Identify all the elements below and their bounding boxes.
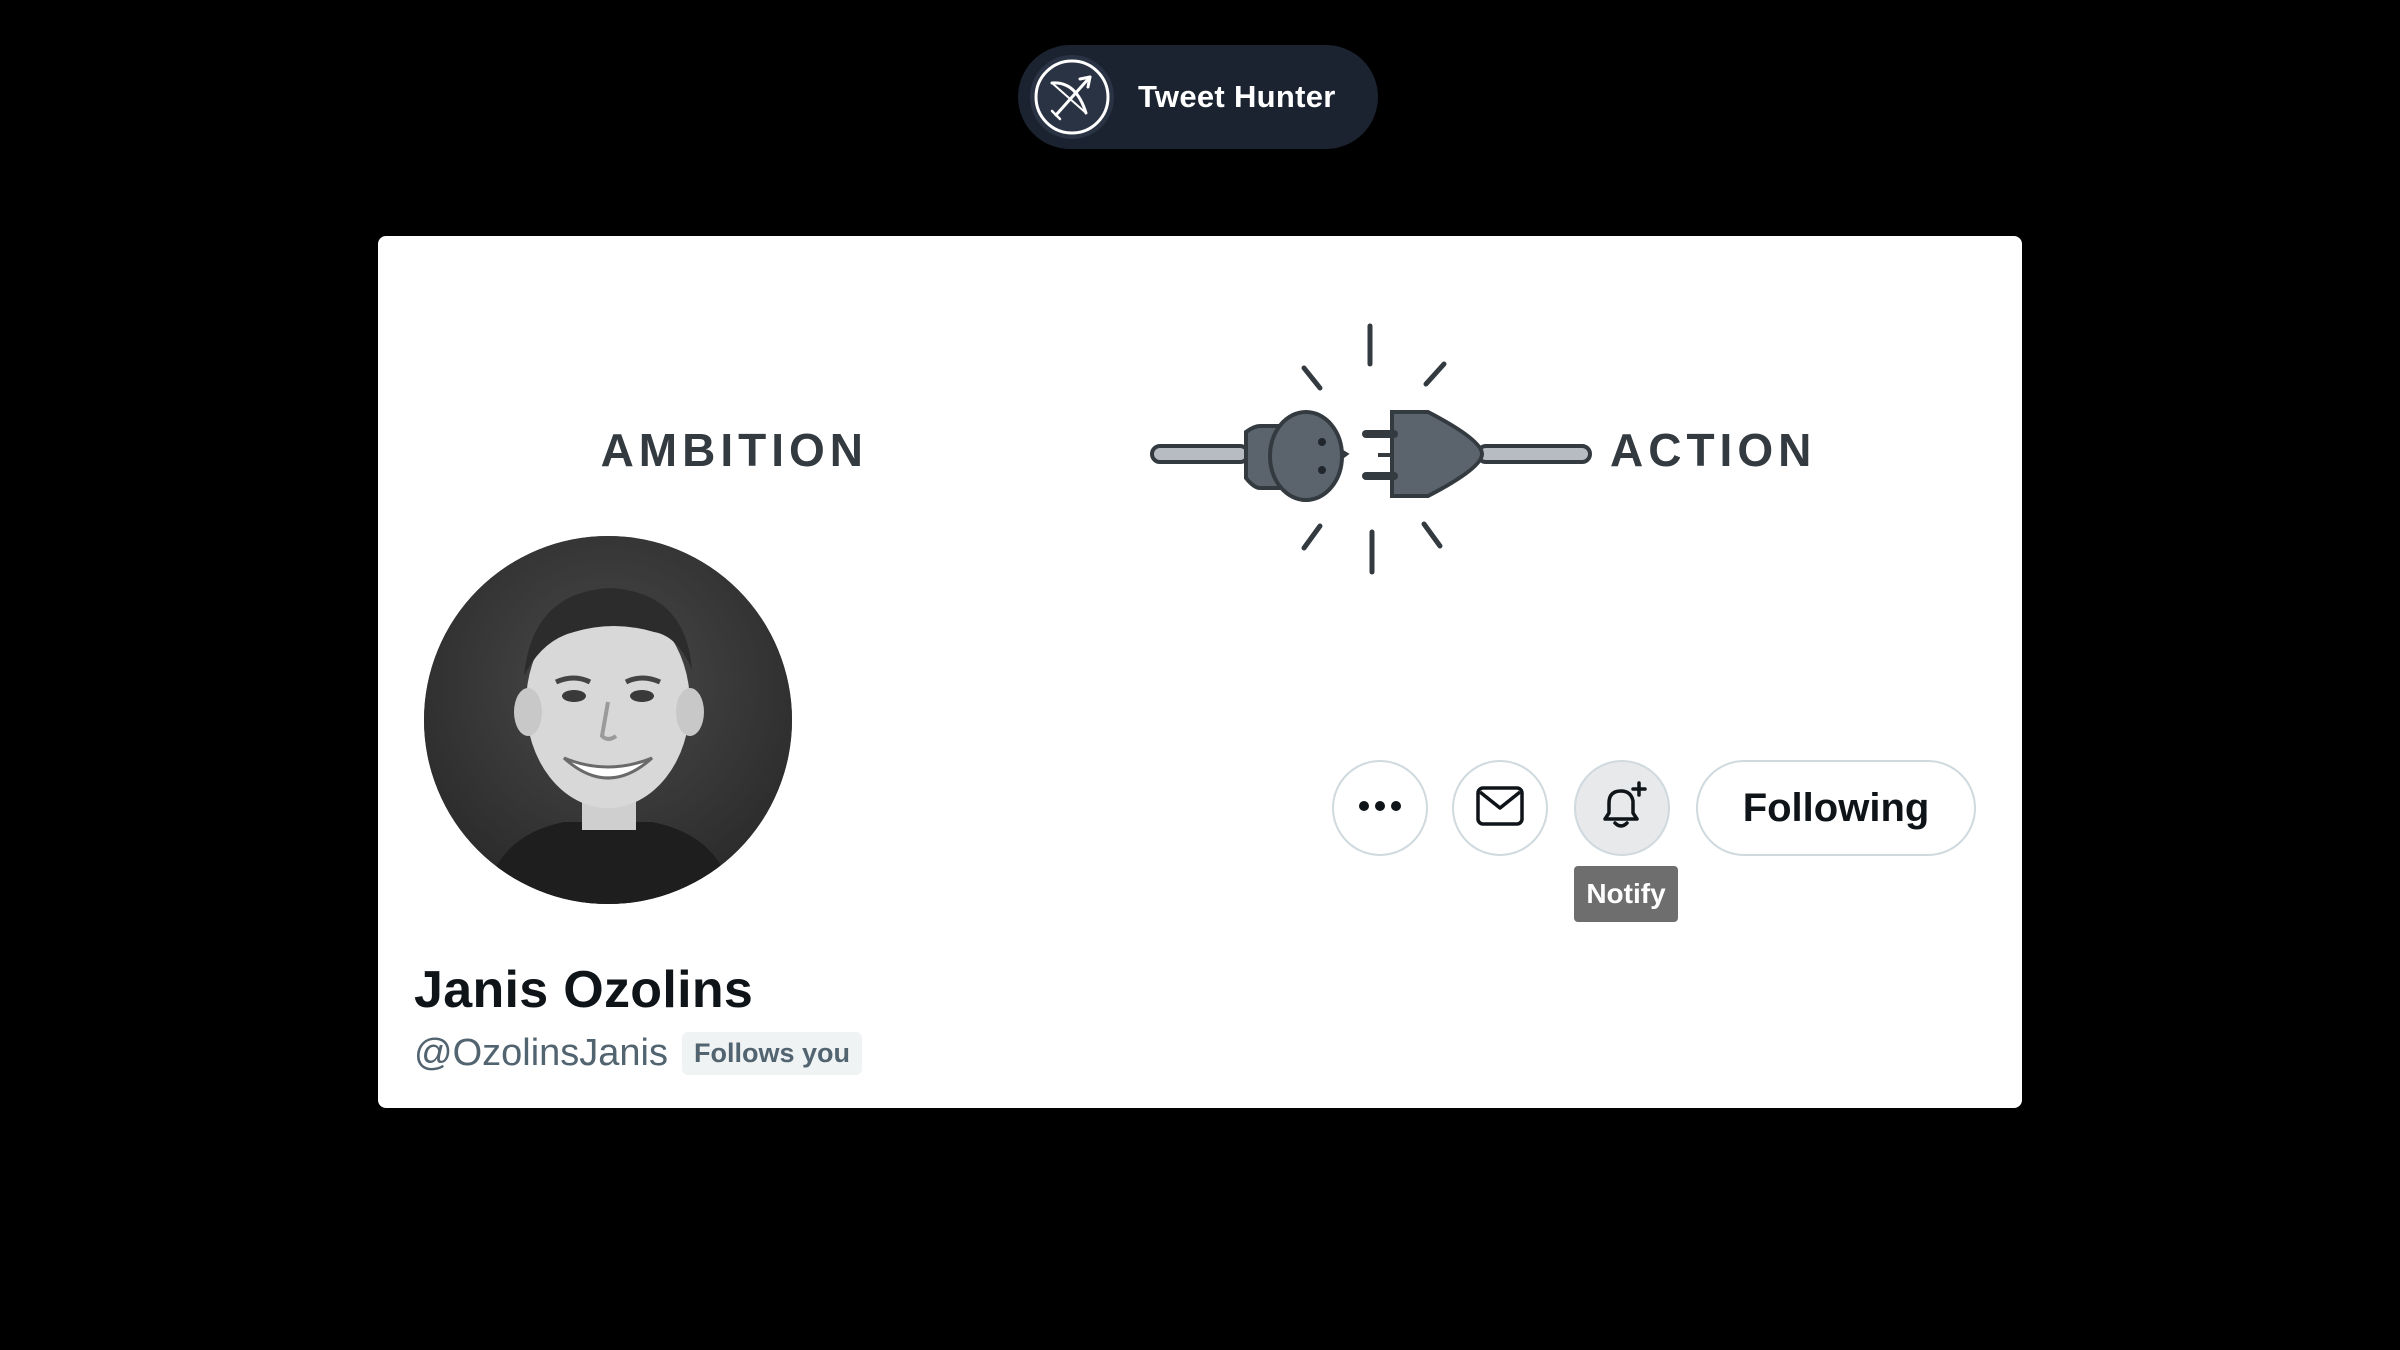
brand-name: Tweet Hunter — [1138, 79, 1336, 114]
follows-you-badge: Follows you — [682, 1032, 863, 1075]
more-options-icon — [1358, 799, 1402, 817]
bell-plus-icon — [1595, 779, 1649, 838]
display-name: Janis Ozolins — [414, 961, 754, 1019]
notify-tooltip: Notify — [1574, 866, 1678, 922]
message-button[interactable] — [1452, 760, 1548, 856]
profile-handle: @OzolinsJanis — [414, 1032, 668, 1074]
plug-and-socket-icon — [1150, 323, 1592, 575]
banner-left-word: AMBITION — [601, 424, 868, 476]
following-button[interactable]: Following — [1696, 760, 1976, 856]
brand-pill[interactable]: Tweet Hunter — [1018, 45, 1378, 149]
banner-right-word: ACTION — [1610, 424, 1816, 476]
mail-icon — [1476, 785, 1524, 831]
profile-photo[interactable] — [424, 536, 792, 904]
notify-button[interactable] — [1574, 760, 1670, 856]
handle-row: @OzolinsJanis Follows you — [414, 1032, 863, 1075]
profile-card: AMBITION ACTION Following Notify Janis O… — [378, 236, 2022, 1108]
bow-and-arrow-icon — [1030, 55, 1114, 139]
more-options-button[interactable] — [1332, 760, 1428, 856]
